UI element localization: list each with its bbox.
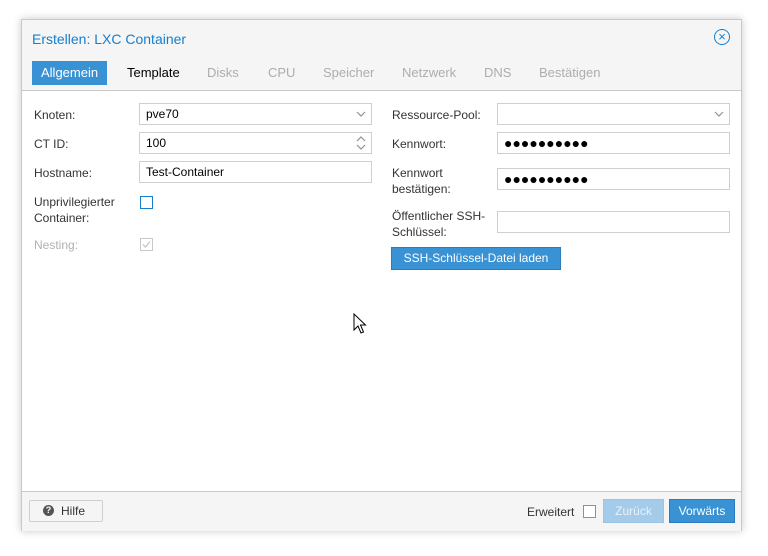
confirm-password-mask: ●●●●●●●●●● <box>504 171 589 187</box>
pool-combobox[interactable] <box>497 103 730 125</box>
node-value: pve70 <box>146 107 179 121</box>
question-circle-icon: ? <box>43 505 54 516</box>
close-icon[interactable]: × <box>714 29 730 45</box>
tab-allgemein[interactable]: Allgemein <box>32 61 108 85</box>
hostname-input[interactable] <box>146 162 326 182</box>
back-button: Zurück <box>603 499 664 523</box>
hostname-field[interactable] <box>139 161 372 183</box>
tab-dns: DNS <box>484 65 512 80</box>
hostname-label: Hostname: <box>34 166 93 180</box>
tab-cpu: CPU <box>268 65 296 80</box>
ssh-key-label: Öffentlicher SSH- Schlüssel: <box>392 208 485 240</box>
ctid-value: 100 <box>146 136 167 150</box>
chevron-down-icon[interactable] <box>709 104 729 124</box>
unprivileged-label-line1: Unprivilegierter <box>34 195 115 209</box>
password-label: Kennwort: <box>392 137 447 151</box>
ssh-label-line2: Schlüssel: <box>392 225 447 239</box>
dialog-footer: ? Hilfe Erweitert Zurück Vorwärts <box>22 491 741 531</box>
create-lxc-dialog: Erstellen: LXC Container × Allgemein Tem… <box>21 19 742 531</box>
ssh-label-line1: Öffentlicher SSH- <box>392 209 486 223</box>
help-button[interactable]: ? Hilfe <box>29 500 103 522</box>
tab-bestaetigen: Bestätigen <box>539 65 601 80</box>
mouse-pointer-icon <box>353 313 367 334</box>
confirm-password-field[interactable]: ●●●●●●●●●● <box>497 168 730 190</box>
ssh-load-file-button[interactable]: SSH-Schlüssel-Datei laden <box>391 247 561 270</box>
ctid-label: CT ID: <box>34 137 69 151</box>
nesting-label: Nesting: <box>34 238 79 252</box>
node-combobox[interactable]: pve70 <box>139 103 372 125</box>
password-field[interactable]: ●●●●●●●●●● <box>497 132 730 154</box>
confirm-label-line2: bestätigen: <box>392 182 451 196</box>
password-mask: ●●●●●●●●●● <box>504 135 589 151</box>
tab-template[interactable]: Template <box>118 61 189 85</box>
advanced-label: Erweitert <box>527 505 575 519</box>
checkmark-icon <box>142 241 151 248</box>
help-label: Hilfe <box>61 504 86 518</box>
advanced-checkbox[interactable] <box>583 505 596 518</box>
wizard-tabbar: Allgemein Template Disks CPU Speicher Ne… <box>22 60 741 91</box>
node-label: Knoten: <box>34 108 76 122</box>
confirm-label-line1: Kennwort <box>392 166 443 180</box>
tab-disks: Disks <box>207 65 239 80</box>
tab-netzwerk: Netzwerk <box>402 65 457 80</box>
tab-speicher: Speicher <box>323 65 375 80</box>
dialog-title: Erstellen: LXC Container <box>32 31 187 47</box>
spinner-arrows-icon[interactable] <box>351 133 371 153</box>
next-button[interactable]: Vorwärts <box>669 499 735 523</box>
dialog-header: Erstellen: LXC Container × <box>22 20 741 60</box>
chevron-down-icon[interactable] <box>351 104 371 124</box>
confirm-password-label: Kennwort bestätigen: <box>392 165 451 197</box>
unprivileged-label-line2: Container: <box>34 211 90 225</box>
ctid-spinner[interactable]: 100 <box>139 132 372 154</box>
pool-label: Ressource-Pool: <box>392 108 481 122</box>
nesting-checkbox <box>140 238 153 251</box>
unprivileged-label: Unprivilegierter Container: <box>34 194 115 226</box>
ssh-key-field[interactable] <box>497 211 730 233</box>
unprivileged-checkbox[interactable] <box>140 196 153 209</box>
